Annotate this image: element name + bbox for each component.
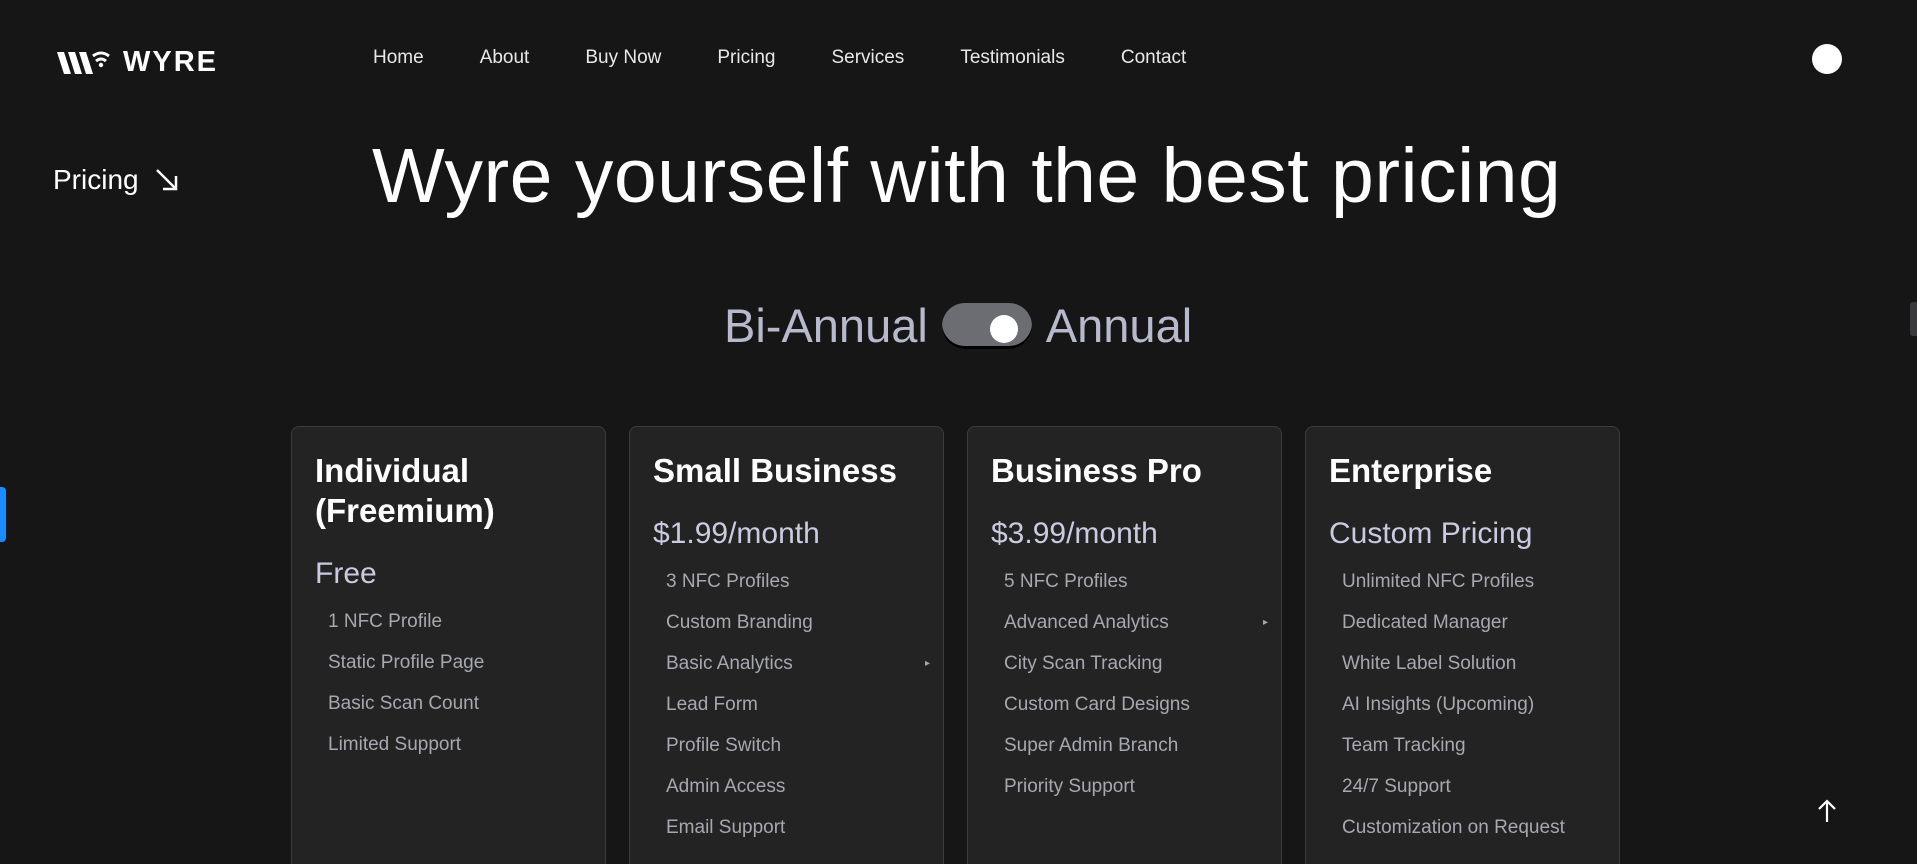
feature-item-expandable[interactable]: Advanced Analytics ▸ bbox=[1004, 612, 1268, 633]
nav-home[interactable]: Home bbox=[373, 47, 424, 69]
feature-label: Custom Branding bbox=[666, 612, 813, 633]
feature-item: Dedicated Manager bbox=[1342, 612, 1596, 633]
main-nav: Home About Buy Now Pricing Services Test… bbox=[373, 47, 1186, 69]
feature-label: 24/7 Support bbox=[1342, 776, 1451, 797]
nav-testimonials[interactable]: Testimonials bbox=[960, 47, 1065, 69]
plan-title: Business Pro bbox=[991, 452, 1202, 489]
feature-item: Super Admin Branch bbox=[1004, 735, 1258, 756]
caret-right-icon: ▸ bbox=[1262, 617, 1268, 628]
feature-label: Basic Analytics bbox=[666, 653, 793, 674]
feature-label: Lead Form bbox=[666, 694, 758, 715]
feature-label: Basic Scan Count bbox=[328, 693, 480, 714]
feature-item: 3 NFC Profiles bbox=[666, 571, 920, 592]
feature-label: Static Profile Page bbox=[328, 652, 485, 673]
nav-pricing[interactable]: Pricing bbox=[717, 47, 775, 69]
feature-item: Lead Form bbox=[666, 694, 920, 715]
feature-label: 3 NFC Profiles bbox=[666, 571, 790, 592]
left-edge-accent bbox=[0, 487, 6, 542]
feature-item: Customization on Request bbox=[1342, 817, 1596, 838]
plan-card-small-business: Small Business $1.99/month 3 NFC Profile… bbox=[629, 426, 944, 864]
feature-item: Basic Scan Count bbox=[328, 693, 582, 714]
section-label-text: Pricing bbox=[53, 164, 139, 195]
brand-logo[interactable]: WYRE bbox=[57, 46, 218, 79]
feature-list: 1 NFC Profile Static Profile Page Basic … bbox=[315, 611, 582, 755]
feature-item: Unlimited NFC Profiles bbox=[1342, 571, 1596, 592]
plan-price: $3.99/month bbox=[991, 517, 1158, 550]
feature-label: Unlimited NFC Profiles bbox=[1342, 571, 1535, 592]
feature-label: Customization on Request bbox=[1342, 817, 1565, 838]
nav-contact[interactable]: Contact bbox=[1121, 47, 1186, 69]
feature-label: Advanced Analytics bbox=[1004, 612, 1169, 633]
feature-item: White Label Solution bbox=[1342, 653, 1596, 674]
feature-item: Team Tracking bbox=[1342, 735, 1596, 756]
feature-item: Static Profile Page bbox=[328, 652, 582, 673]
feature-label: AI Insights (Upcoming) bbox=[1342, 694, 1535, 715]
feature-item: 24/7 Support bbox=[1342, 776, 1596, 797]
plan-title: Individual (Freemium) bbox=[315, 452, 495, 529]
feature-label: Super Admin Branch bbox=[1004, 735, 1179, 756]
feature-label: Profile Switch bbox=[666, 735, 782, 756]
feature-label: Email Support bbox=[666, 817, 786, 838]
nav-about[interactable]: About bbox=[480, 47, 530, 69]
billing-toggle-row: Bi-Annual Annual bbox=[724, 298, 1192, 353]
feature-item: AI Insights (Upcoming) bbox=[1342, 694, 1596, 715]
billing-label-biannual[interactable]: Bi-Annual bbox=[724, 298, 928, 353]
plan-card-enterprise: Enterprise Custom Pricing Unlimited NFC … bbox=[1305, 426, 1620, 864]
page-title: Wyre yourself with the best pricing bbox=[372, 133, 1562, 219]
feature-item: City Scan Tracking bbox=[1004, 653, 1258, 674]
feature-list: 3 NFC Profiles Custom Branding Basic Ana… bbox=[653, 571, 930, 838]
feature-label: Priority Support bbox=[1004, 776, 1135, 797]
feature-list: Unlimited NFC Profiles Dedicated Manager… bbox=[1329, 571, 1596, 838]
feature-label: Custom Card Designs bbox=[1004, 694, 1190, 715]
feature-item: Admin Access bbox=[666, 776, 920, 797]
feature-item: Profile Switch bbox=[666, 735, 920, 756]
pricing-cards: Individual (Freemium) Free 1 NFC Profile… bbox=[291, 426, 1620, 864]
feature-label: 5 NFC Profiles bbox=[1004, 571, 1128, 592]
plan-price: Free bbox=[315, 557, 377, 590]
billing-toggle-switch[interactable] bbox=[941, 302, 1032, 349]
feature-label: 1 NFC Profile bbox=[328, 611, 443, 632]
feature-label: Limited Support bbox=[328, 734, 462, 755]
nav-services[interactable]: Services bbox=[831, 47, 904, 69]
feature-label: Dedicated Manager bbox=[1342, 612, 1508, 633]
feature-item: Custom Branding bbox=[666, 612, 920, 633]
arrow-down-right-icon bbox=[155, 169, 177, 191]
billing-label-annual[interactable]: Annual bbox=[1046, 298, 1192, 353]
feature-item-expandable[interactable]: Basic Analytics ▸ bbox=[666, 653, 930, 674]
feature-item: Custom Card Designs bbox=[1004, 694, 1258, 715]
wyre-logo-icon bbox=[57, 51, 110, 74]
feature-item: 1 NFC Profile bbox=[328, 611, 582, 632]
toggle-knob bbox=[989, 314, 1018, 343]
feature-list: 5 NFC Profiles Advanced Analytics ▸ City … bbox=[991, 571, 1268, 797]
nav-buy-now[interactable]: Buy Now bbox=[585, 47, 661, 69]
caret-right-icon: ▸ bbox=[924, 658, 930, 669]
plan-price: $1.99/month bbox=[653, 517, 820, 550]
theme-dot-icon[interactable] bbox=[1812, 44, 1842, 74]
arrow-up-icon[interactable] bbox=[1814, 796, 1840, 826]
plan-card-business-pro: Business Pro $3.99/month 5 NFC Profiles … bbox=[967, 426, 1282, 864]
feature-label: City Scan Tracking bbox=[1004, 653, 1163, 674]
feature-item: Priority Support bbox=[1004, 776, 1258, 797]
plan-price: Custom Pricing bbox=[1329, 517, 1533, 550]
scrollbar-thumb[interactable] bbox=[1910, 302, 1917, 336]
feature-item: 5 NFC Profiles bbox=[1004, 571, 1258, 592]
plan-title: Small Business bbox=[653, 452, 897, 489]
feature-label: Team Tracking bbox=[1342, 735, 1466, 756]
feature-item: Limited Support bbox=[328, 734, 582, 755]
brand-name: WYRE bbox=[123, 46, 218, 78]
feature-item: Email Support bbox=[666, 817, 920, 838]
plan-title: Enterprise bbox=[1329, 452, 1493, 489]
feature-label: White Label Solution bbox=[1342, 653, 1517, 674]
feature-label: Admin Access bbox=[666, 776, 786, 797]
section-label: Pricing bbox=[53, 164, 181, 196]
plan-card-individual: Individual (Freemium) Free 1 NFC Profile… bbox=[291, 426, 606, 864]
